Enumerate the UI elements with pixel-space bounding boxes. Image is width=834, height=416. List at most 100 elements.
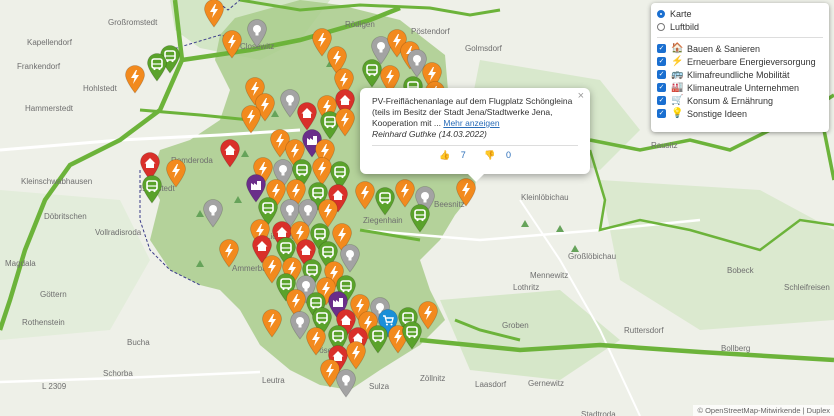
- place-label: Rothenstein: [22, 318, 65, 327]
- energy-marker[interactable]: [124, 64, 146, 94]
- place-label: Ziegenhain: [363, 216, 403, 225]
- energy-marker[interactable]: [218, 238, 240, 268]
- mobility-marker[interactable]: [401, 320, 423, 350]
- place-label: Kapellendorf: [27, 38, 72, 47]
- place-label: Hohlstedt: [83, 84, 117, 93]
- mobility-marker[interactable]: [141, 174, 163, 204]
- base-layer-label: Karte: [670, 8, 692, 19]
- place-label: Laasdorf: [475, 380, 507, 389]
- overlay-layer-list: ✓ 🏠 Bauen & Sanieren ✓ ⚡ Erneuerbare Energiev…: [657, 42, 823, 120]
- thumbs-up-icon: 👍: [438, 150, 451, 160]
- place-label: Kleinlöbichau: [521, 193, 569, 202]
- place-label: Frankendorf: [17, 62, 61, 71]
- overlay-layer-label: Konsum & Ernährung: [687, 95, 774, 106]
- energy-marker[interactable]: [334, 107, 356, 137]
- place-label: Göttern: [40, 290, 67, 299]
- base-layer-label: Luftbild: [670, 21, 700, 32]
- checkbox[interactable]: ✓: [657, 109, 666, 118]
- checkbox[interactable]: ✓: [657, 44, 666, 53]
- place-label: Vollradisroda: [95, 228, 142, 237]
- cart-icon: 🛒: [671, 95, 684, 106]
- place-label: Großromstedt: [108, 18, 158, 27]
- energy-marker[interactable]: [240, 104, 262, 134]
- place-label: Gernewitz: [528, 379, 565, 388]
- bus-icon: 🚌: [671, 69, 684, 80]
- overlay-layer-option[interactable]: ✓ 💡 Sonstige Ideen: [657, 107, 823, 120]
- layer-control: Karte Luftbild ✓ 🏠 Bauen & Sanieren ✓ ⚡ Erneue…: [651, 3, 829, 132]
- overlay-layer-label: Erneuerbare Energieversorgung: [687, 56, 816, 67]
- place-label: Bucha: [127, 338, 150, 347]
- overlay-layer-option[interactable]: ✓ ⚡ Erneuerbare Energieversorgung: [657, 55, 823, 68]
- place-label: Rausitz: [651, 141, 678, 150]
- thumbs-down-icon: 👎: [484, 150, 496, 160]
- popup-close-button[interactable]: ×: [578, 90, 584, 102]
- place-label: Golmsdorf: [465, 44, 502, 53]
- overlay-layer-label: Bauen & Sanieren: [687, 43, 761, 54]
- layer-divider: [657, 37, 823, 38]
- place-label: Stadtroda: [581, 410, 616, 416]
- energy-marker[interactable]: [221, 29, 243, 59]
- idea-marker[interactable]: [202, 198, 224, 228]
- place-label: Schorba: [103, 369, 133, 378]
- building-marker[interactable]: [296, 101, 318, 131]
- mobility-marker[interactable]: [146, 52, 168, 82]
- mobility-marker[interactable]: [374, 186, 396, 216]
- popup-more-link[interactable]: Mehr anzeigen: [443, 118, 499, 128]
- bulb-icon: 💡: [671, 108, 684, 119]
- place-label: Großlöbichau: [568, 252, 617, 261]
- checkbox[interactable]: ✓: [657, 96, 666, 105]
- place-label: Döbritschen: [44, 212, 87, 221]
- energy-marker[interactable]: [345, 340, 367, 370]
- radio-button[interactable]: [657, 9, 665, 18]
- idea-marker[interactable]: [335, 368, 357, 398]
- place-label: Zöllnitz: [420, 374, 446, 383]
- mobility-marker[interactable]: [367, 324, 389, 354]
- place-label: Ruttersdorf: [624, 326, 664, 335]
- thumbs-down-button[interactable]: 👎 0: [480, 150, 515, 160]
- base-layer-option[interactable]: Karte: [657, 7, 823, 20]
- place-label: Rödigen: [345, 20, 375, 29]
- place-label: Schleifreisen: [784, 283, 830, 292]
- house-icon: 🏠: [671, 43, 684, 54]
- factory-icon: 🏭: [671, 82, 684, 93]
- energy-marker[interactable]: [305, 326, 327, 356]
- checkbox[interactable]: ✓: [657, 57, 666, 66]
- energy-marker[interactable]: [165, 158, 187, 188]
- overlay-layer-label: Klimaneutrale Unternehmen: [687, 82, 800, 93]
- overlay-layer-label: Klimafreundliche Mobilität: [687, 69, 790, 80]
- place-label: L 2309: [42, 382, 67, 391]
- mobility-marker[interactable]: [409, 203, 431, 233]
- place-label: Bobeck: [727, 266, 754, 275]
- radio-button[interactable]: [657, 22, 665, 31]
- overlay-layer-option[interactable]: ✓ 🏭 Klimaneutrale Unternehmen: [657, 81, 823, 94]
- place-label: Kleinschwabhausen: [21, 177, 93, 186]
- place-label: Lothritz: [513, 283, 540, 292]
- overlay-layer-option[interactable]: ✓ 🏠 Bauen & Sanieren: [657, 42, 823, 55]
- energy-marker[interactable]: [203, 0, 225, 28]
- place-label: Bollberg: [721, 344, 751, 353]
- overlay-layer-option[interactable]: ✓ 🛒 Konsum & Ernährung: [657, 94, 823, 107]
- base-layer-list: Karte Luftbild: [657, 7, 823, 33]
- popup-author: Reinhard Guthke (14.03.2022): [372, 129, 487, 139]
- idea-marker[interactable]: [246, 18, 268, 48]
- popup-votes: 👍 7 👎 0: [372, 145, 578, 161]
- base-layer-option[interactable]: Luftbild: [657, 20, 823, 33]
- thumbs-up-button[interactable]: 👍 7: [435, 150, 470, 160]
- building-marker[interactable]: [219, 138, 241, 168]
- likes-count: 7: [460, 150, 466, 160]
- lightning-icon: ⚡: [671, 56, 684, 67]
- checkbox[interactable]: ✓: [657, 70, 666, 79]
- checkbox[interactable]: ✓: [657, 83, 666, 92]
- popup-description: PV-Freiflächenanlage auf dem Flugplatz S…: [372, 96, 578, 129]
- energy-marker[interactable]: [261, 308, 283, 338]
- place-label: Mennewitz: [530, 271, 569, 280]
- place-label: Pöstendorf: [411, 27, 450, 36]
- energy-marker[interactable]: [354, 180, 376, 210]
- map-attribution: © OpenStreetMap-Mitwirkende | Duplex: [693, 405, 834, 416]
- overlay-layer-option[interactable]: ✓ 🚌 Klimafreundliche Mobilität: [657, 68, 823, 81]
- place-label: Leutra: [262, 376, 285, 385]
- idea-popup: × PV-Freiflächenanlage auf dem Flugplatz…: [360, 88, 590, 182]
- map-view[interactable]: Großromstedt Kapellendorf Frankendorf Hohls…: [0, 0, 834, 416]
- place-label: Magdala: [5, 259, 36, 268]
- place-label: Hammerstedt: [25, 104, 74, 113]
